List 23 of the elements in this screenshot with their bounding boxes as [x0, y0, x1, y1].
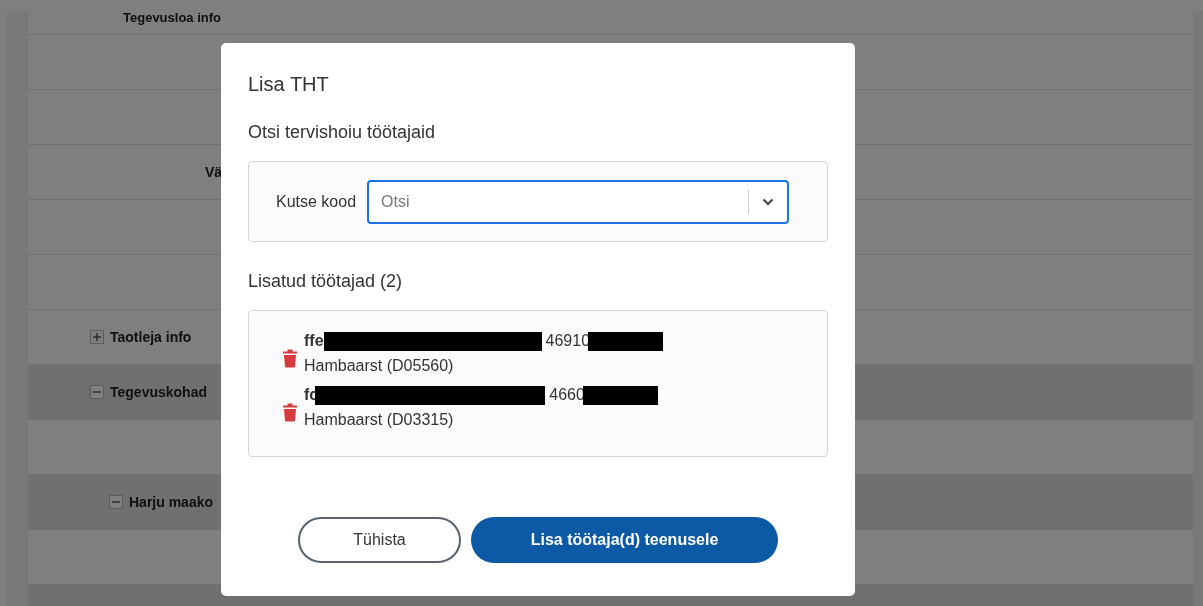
employee-profession: Hambaarst (D05560): [304, 356, 455, 376]
chevron-down-icon[interactable]: [762, 197, 775, 206]
search-field[interactable]: Otsi: [367, 179, 790, 224]
collapse-icon[interactable]: [90, 385, 104, 399]
field-label: Kutse kood: [276, 192, 357, 211]
add-button[interactable]: Lisa töötaja(d) teenusele: [471, 517, 778, 563]
field-label: Vä: [204, 164, 222, 180]
dialog-title: Lisa THT: [248, 73, 330, 97]
search-input[interactable]: Otsi: [369, 191, 749, 212]
cancel-button[interactable]: Tühista: [298, 517, 461, 563]
employee-code: 46910: [545, 332, 591, 350]
section-title[interactable]: Taotleja info: [110, 329, 192, 345]
trash-icon[interactable]: [282, 348, 298, 368]
section-title[interactable]: Tegevusloa info: [123, 11, 221, 25]
collapse-icon[interactable]: [109, 495, 123, 509]
section-title[interactable]: Tegevuskohad: [110, 384, 207, 400]
employee-profession: Hambaarst (D03315): [304, 410, 455, 430]
employee-name: ffe: [304, 332, 324, 350]
section-heading: Lisatud töötajad (2): [248, 271, 404, 293]
section-heading: Otsi tervishoiu töötajaid: [248, 122, 437, 144]
section-title[interactable]: Harju maako: [129, 494, 214, 510]
trash-icon[interactable]: [282, 402, 298, 422]
expand-icon[interactable]: [90, 330, 104, 344]
